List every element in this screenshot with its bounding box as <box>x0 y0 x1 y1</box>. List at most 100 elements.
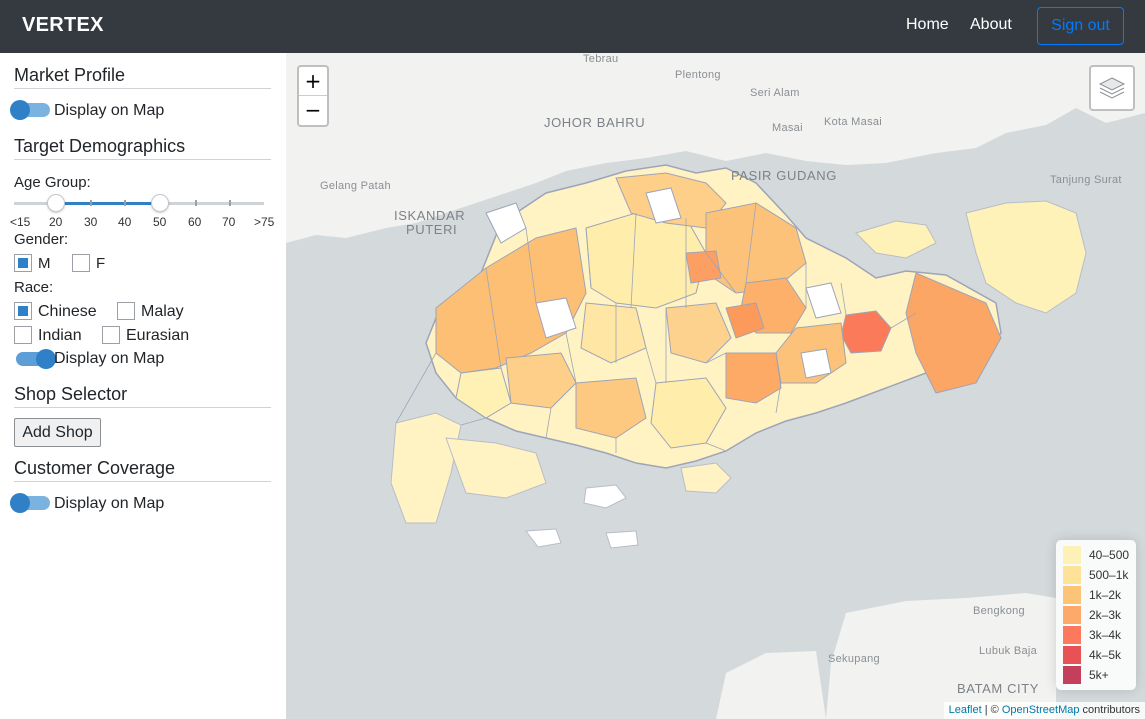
section-divider <box>14 88 271 89</box>
race-chinese-label: Chinese <box>38 303 97 320</box>
gender-f-checkbox[interactable] <box>72 254 90 272</box>
legend-label: 40–500 <box>1089 548 1130 562</box>
race-eurasian-checkbox[interactable] <box>102 326 120 344</box>
region-paya-lebar <box>800 348 832 379</box>
place-label: Lubuk Baja <box>979 645 1038 657</box>
target-demographics-title: Target Demographics <box>14 136 186 156</box>
nav-about-link[interactable]: About <box>970 16 1012 34</box>
southern-island-2 <box>525 528 562 548</box>
region-serangoon <box>685 250 722 284</box>
legend-swatch <box>1063 646 1081 664</box>
age-tick-label: >75 <box>254 215 275 229</box>
place-label: BATAM CITY <box>957 681 1040 696</box>
ubin-island <box>855 220 937 259</box>
map-tiles <box>286 53 1145 719</box>
age-slider-range <box>56 202 160 205</box>
legend-label: 5k+ <box>1089 668 1109 682</box>
legend-swatch <box>1063 586 1081 604</box>
top-navbar: VERTEX Home About Sign out <box>0 0 1145 53</box>
race-chinese-checkbox[interactable] <box>14 302 32 320</box>
brand-logo[interactable]: VERTEX <box>22 14 104 37</box>
slider-tick <box>124 200 126 206</box>
legend-label: 4k–5k <box>1089 648 1122 662</box>
market-profile-toggle-label: Display on Map <box>54 102 165 119</box>
nav-home-link[interactable]: Home <box>906 16 949 34</box>
gender-f-label: F <box>96 255 106 272</box>
sidebar: Market Profile Display on Map Target Dem… <box>0 53 286 719</box>
race-eurasian-label: Eurasian <box>126 327 190 344</box>
customer-coverage-title: Customer Coverage <box>14 458 176 478</box>
sign-out-button[interactable]: Sign out <box>1037 7 1124 45</box>
southern-island-1 <box>583 484 627 509</box>
attribution-suffix: contributors <box>1079 704 1140 716</box>
market-profile-title: Market Profile <box>14 65 126 85</box>
legend-swatch <box>1063 626 1081 644</box>
legend-label: 2k–3k <box>1089 608 1122 622</box>
place-label: Masai <box>772 122 803 134</box>
market-profile-toggle[interactable] <box>10 100 50 120</box>
customer-coverage-toggle[interactable] <box>10 493 50 513</box>
section-divider <box>14 407 271 408</box>
age-tick-label: 30 <box>84 215 98 229</box>
sentosa-island <box>680 462 732 494</box>
slider-tick <box>90 200 92 206</box>
jurong-island <box>390 412 462 524</box>
section-divider <box>14 481 271 482</box>
place-label: Tanjung Surat <box>1050 174 1122 186</box>
gender-m-label: M <box>38 255 51 272</box>
place-label: PASIR GUDANG <box>731 168 837 183</box>
place-label: Seri Alam <box>750 87 800 99</box>
add-shop-button[interactable]: Add Shop <box>14 418 101 447</box>
age-tick-label: 70 <box>222 215 236 229</box>
gender-label: Gender: <box>14 231 69 248</box>
age-tick-label: 60 <box>188 215 202 229</box>
customer-coverage-toggle-label: Display on Map <box>54 495 165 512</box>
toggle-knob <box>36 349 56 369</box>
legend-label: 1k–2k <box>1089 588 1122 602</box>
zoom-out-button[interactable]: − <box>299 96 327 125</box>
attribution-separator: | © <box>981 704 1002 716</box>
race-malay-checkbox[interactable] <box>117 302 135 320</box>
age-tick-label: <15 <box>10 215 31 229</box>
batam-island-west <box>716 651 826 719</box>
age-tick-label: 20 <box>49 215 63 229</box>
age-tick-label: 50 <box>153 215 167 229</box>
place-label: Bengkong <box>973 605 1025 617</box>
southern-island-3 <box>605 530 639 549</box>
leaflet-link[interactable]: Leaflet <box>949 704 982 716</box>
demographics-toggle-label: Display on Map <box>54 350 165 367</box>
layers-icon <box>1098 77 1126 99</box>
legend-swatch <box>1063 546 1081 564</box>
layers-control-button[interactable] <box>1089 65 1135 111</box>
slider-tick <box>229 200 231 206</box>
race-indian-checkbox[interactable] <box>14 326 32 344</box>
place-label: JOHOR BAHRU <box>544 115 646 130</box>
place-label: Kota Masai <box>824 116 883 128</box>
place-label: Sekupang <box>828 653 880 665</box>
openstreetmap-link[interactable]: OpenStreetMap <box>1002 704 1080 716</box>
place-label: PUTERI <box>406 222 458 237</box>
legend-swatch <box>1063 666 1081 684</box>
map-view[interactable]: Tebrau Plentong Seri Alam JOHOR BAHRU Ma… <box>286 53 1145 719</box>
place-label: Plentong <box>675 69 721 81</box>
age-slider-min-handle[interactable] <box>47 194 65 212</box>
gender-m-checkbox[interactable] <box>14 254 32 272</box>
place-label: Gelang Patah <box>320 180 391 192</box>
map-attribution: Leaflet | © OpenStreetMap contributors <box>943 702 1145 719</box>
place-label: ISKANDAR <box>394 208 466 223</box>
section-divider <box>14 159 271 160</box>
place-label: Tebrau <box>583 53 619 65</box>
zoom-in-button[interactable]: + <box>299 67 327 96</box>
slider-tick <box>195 200 197 206</box>
age-slider-max-handle[interactable] <box>151 194 169 212</box>
legend-swatch <box>1063 606 1081 624</box>
tuas-south <box>445 437 547 499</box>
age-tick-label: 40 <box>118 215 132 229</box>
race-label: Race: <box>14 279 54 296</box>
race-malay-label: Malay <box>141 303 184 320</box>
map-legend: 40–500 500–1k 1k–2k 2k–3k 3k–4k 4k–5k 5k… <box>1056 540 1136 690</box>
toggle-knob <box>10 100 30 120</box>
race-indian-label: Indian <box>38 327 82 344</box>
demographics-toggle[interactable] <box>16 349 56 369</box>
age-group-label: Age Group: <box>14 174 91 191</box>
